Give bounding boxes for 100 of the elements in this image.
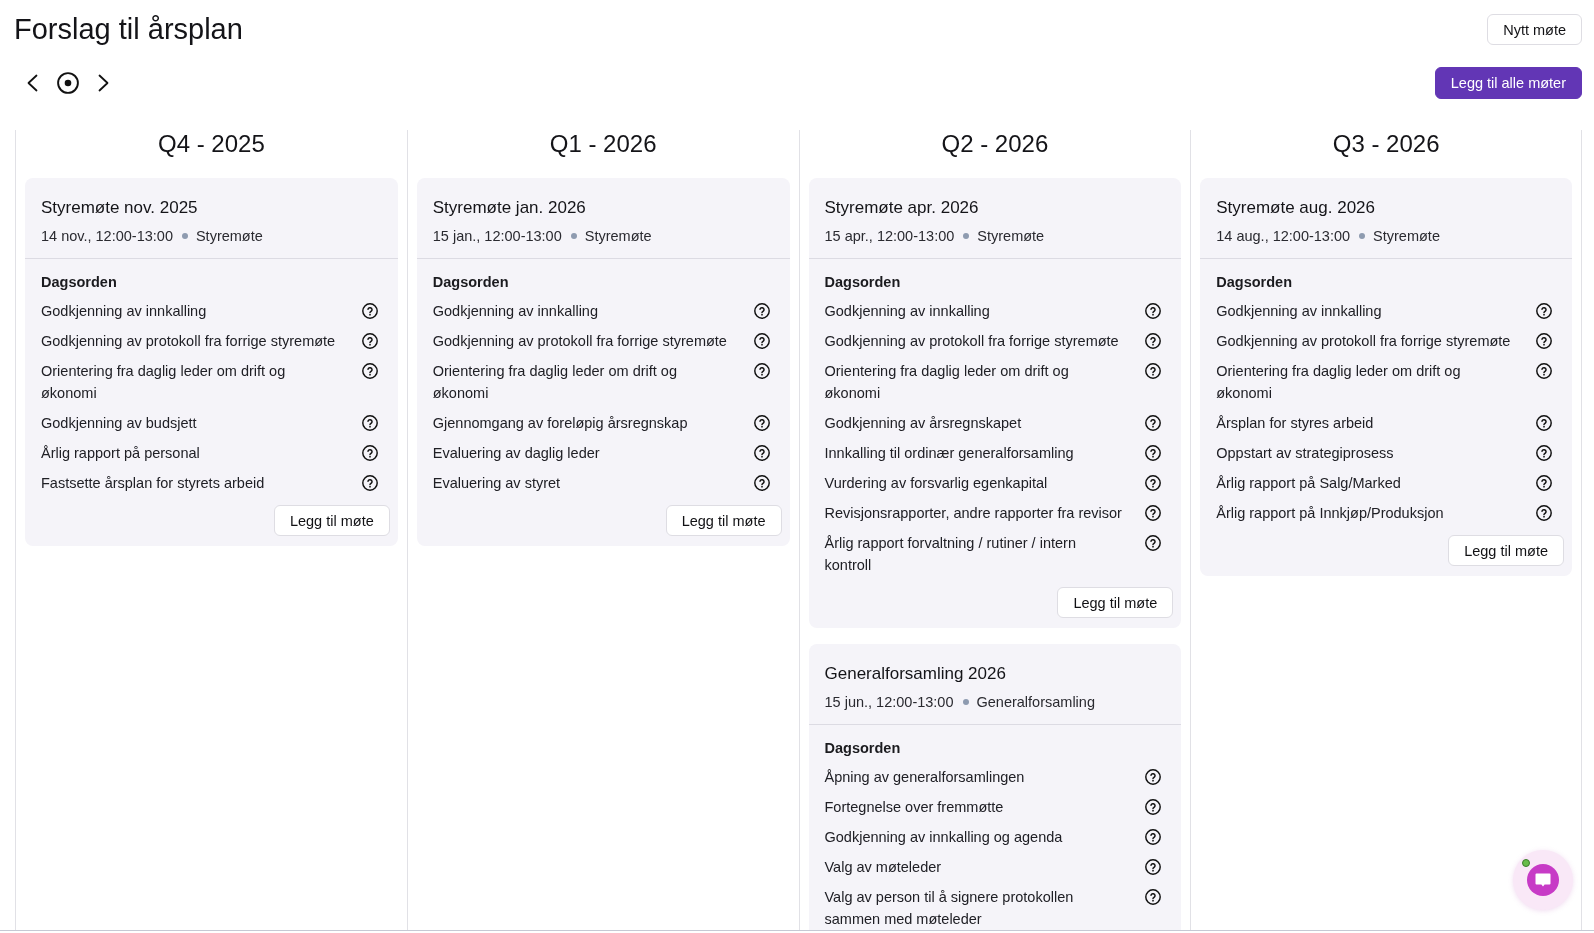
add-meeting-button[interactable]: Legg til møte <box>273 505 390 536</box>
meeting-time: 14 nov., 12:00-13:00 <box>41 227 173 246</box>
help-icon[interactable] <box>1536 333 1552 349</box>
agenda-item: Evaluering av styret <box>432 474 561 493</box>
agenda-item: Godkjenning av innkalling <box>1216 302 1382 321</box>
help-icon[interactable] <box>1145 303 1162 319</box>
quarter-heading: Q3 - 2026 <box>1331 130 1441 158</box>
help-icon[interactable] <box>361 415 378 431</box>
help-icon[interactable] <box>1536 415 1552 431</box>
status-dot-icon <box>1522 859 1530 867</box>
agenda-heading: Dagsorden <box>1216 273 1293 292</box>
help-icon[interactable] <box>1145 505 1162 521</box>
agenda-item: Godkjenning av innkalling <box>41 302 207 321</box>
quarter-heading: Q4 - 2025 <box>157 130 266 158</box>
agenda-item: Gjennomgang av foreløpig årsregnskap <box>432 414 688 433</box>
agenda-item: Valg av person til å signere protokollen sammen med møteleder <box>824 888 1075 929</box>
help-icon[interactable] <box>1145 363 1162 379</box>
meeting-time: 15 jan., 12:00-13:00 <box>432 227 562 246</box>
agenda-item: Orientering fra daglig leder om drift og økonomi <box>824 362 1070 403</box>
meeting-type: Styremøte <box>584 227 652 246</box>
help-icon[interactable] <box>361 363 378 379</box>
chevron-right-icon <box>98 74 110 92</box>
help-icon[interactable] <box>1145 415 1162 431</box>
quarter-heading: Q1 - 2026 <box>548 130 658 158</box>
agenda-item: Revisjonsrapporter, andre rapporter fra revisor <box>824 504 1122 523</box>
agenda-item: Godkjenning av innkalling og agenda <box>824 828 1063 847</box>
help-icon[interactable] <box>1536 475 1552 491</box>
agenda-item: Årlig rapport på personal <box>41 444 200 463</box>
help-icon[interactable] <box>753 415 770 431</box>
help-icon[interactable] <box>1536 303 1552 319</box>
agenda-item: Årsplan for styres arbeid <box>1216 414 1374 433</box>
meeting-title: Styremøte apr. 2026 <box>824 197 980 219</box>
meeting-title: Generalforsamling 2026 <box>824 663 1007 685</box>
meeting-time: 15 jun., 12:00-13:00 <box>824 693 954 712</box>
agenda-heading: Dagsorden <box>432 273 510 292</box>
help-icon[interactable] <box>1145 475 1162 491</box>
dot-separator-icon <box>570 233 577 239</box>
chevron-left-icon <box>26 74 38 92</box>
agenda-item: Årlig rapport på Innkjøp/Produksjon <box>1216 504 1444 523</box>
meeting-time: 14 aug., 12:00-13:00 <box>1216 227 1351 246</box>
meeting-type: Generalforsamling <box>976 693 1095 712</box>
help-icon[interactable] <box>1145 859 1162 875</box>
add-meeting-button[interactable]: Legg til møte <box>1448 535 1564 566</box>
agenda-item: Innkalling til ordinær generalforsamling <box>824 444 1074 463</box>
agenda-item: Godkjenning av budsjett <box>41 414 197 433</box>
agenda-item: Orientering fra daglig leder om drift og økonomi <box>1216 362 1462 403</box>
help-icon[interactable] <box>361 333 378 349</box>
help-icon[interactable] <box>1145 889 1162 905</box>
help-icon[interactable] <box>1145 829 1162 845</box>
help-icon[interactable] <box>753 475 770 491</box>
help-icon[interactable] <box>753 363 770 379</box>
help-icon[interactable] <box>1145 333 1162 349</box>
help-icon[interactable] <box>361 303 378 319</box>
dot-separator-icon <box>963 233 970 239</box>
page-title: Forslag til årsplan <box>14 12 243 47</box>
agenda-item: Vurdering av forsvarlig egenkapital <box>824 474 1048 493</box>
target-icon <box>57 72 79 94</box>
add-meeting-button[interactable]: Legg til møte <box>1057 587 1174 618</box>
help-icon[interactable] <box>361 475 378 491</box>
agenda-item: Åpning av generalforsamlingen <box>824 768 1025 787</box>
dot-separator-icon <box>181 233 188 239</box>
meeting-type: Styremøte <box>977 227 1045 246</box>
agenda-item: Godkjenning av protokoll fra forrige styremøte <box>824 332 1119 351</box>
agenda-item: Godkjenning av protokoll fra forrige styremøte <box>41 332 336 351</box>
agenda-heading: Dagsorden <box>824 273 902 292</box>
quarter-heading: Q2 - 2026 <box>940 130 1050 158</box>
help-icon[interactable] <box>753 303 770 319</box>
add-meeting-button[interactable]: Legg til møte <box>665 505 782 536</box>
meeting-title: Styremøte jan. 2026 <box>432 197 587 219</box>
help-icon[interactable] <box>753 445 770 461</box>
help-icon[interactable] <box>753 333 770 349</box>
help-icon[interactable] <box>361 445 378 461</box>
help-icon[interactable] <box>1536 445 1552 461</box>
agenda-item: Orientering fra daglig leder om drift og økonomi <box>432 362 678 403</box>
new-meeting-button[interactable]: Nytt møte <box>1487 14 1582 45</box>
agenda-item: Årlig rapport på Salg/Marked <box>1216 474 1401 493</box>
agenda-item: Godkjenning av protokoll fra forrige styremøte <box>432 332 727 351</box>
agenda-item: Orientering fra daglig leder om drift og økonomi <box>41 362 287 403</box>
agenda-item: Godkjenning av protokoll fra forrige styremøte <box>1216 332 1511 351</box>
meeting-time: 15 apr., 12:00-13:00 <box>824 227 955 246</box>
agenda-item: Oppstart av strategiprosess <box>1216 444 1394 463</box>
chat-button[interactable] <box>1513 850 1573 910</box>
chat-bubble-icon <box>1527 864 1559 896</box>
agenda-item: Valg av møteleder <box>824 858 942 877</box>
agenda-item: Evaluering av daglig leder <box>432 444 600 463</box>
agenda-item: Årlig rapport forvaltning / rutiner / intern kontroll <box>824 534 1077 575</box>
help-icon[interactable] <box>1145 769 1162 785</box>
help-icon[interactable] <box>1145 445 1162 461</box>
help-icon[interactable] <box>1145 535 1162 551</box>
dot-separator-icon <box>962 699 969 705</box>
help-icon[interactable] <box>1536 363 1552 379</box>
add-all-meetings-button[interactable]: Legg til alle møter <box>1434 67 1582 99</box>
help-icon[interactable] <box>1145 799 1162 815</box>
agenda-item: Godkjenning av innkalling <box>824 302 990 321</box>
meeting-title: Styremøte aug. 2026 <box>1216 197 1376 219</box>
dot-separator-icon <box>1359 233 1366 239</box>
meeting-title: Styremøte nov. 2025 <box>41 197 199 219</box>
help-icon[interactable] <box>1536 505 1552 521</box>
agenda-item: Fastsette årsplan for styrets arbeid <box>41 474 265 493</box>
agenda-heading: Dagsorden <box>41 273 118 292</box>
